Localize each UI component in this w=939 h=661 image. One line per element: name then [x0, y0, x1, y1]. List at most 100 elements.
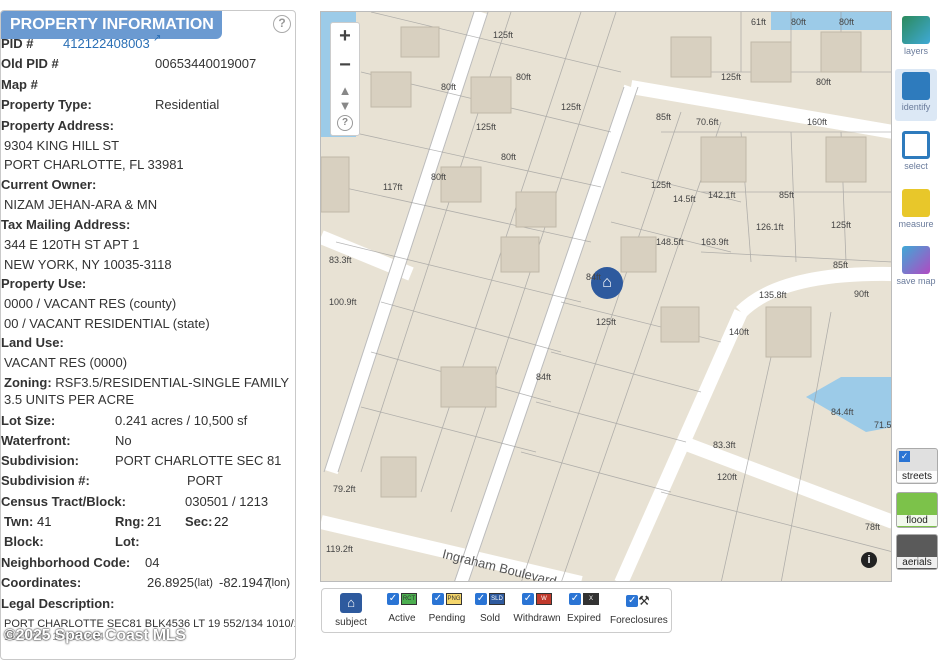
active-legend-item[interactable]: ✓ RCT Active: [384, 593, 420, 624]
dimension-labels: 125ft 80ft 80ft 125ft 125ft 80ft 80ft 84…: [321, 12, 891, 581]
foreclosures-checkbox[interactable]: ✓: [626, 595, 639, 607]
select-icon: [902, 131, 930, 159]
dim-label: 80ft: [431, 172, 447, 182]
flood-layer-button[interactable]: flood: [896, 492, 938, 528]
zoning-row: Zoning: RSF3.5/RESIDENTIAL-SINGLE FAMILY: [4, 375, 289, 390]
expired-checkbox[interactable]: ✓: [569, 593, 581, 605]
old-pid-label: Old PID #: [1, 56, 59, 71]
property-type-value: Residential: [155, 97, 220, 112]
tax-label: Tax Mailing Address:: [1, 217, 131, 232]
layers-tool[interactable]: layers: [895, 13, 937, 65]
map-help-icon[interactable]: ?: [337, 115, 353, 131]
subdivision-num-row: Subdivision #: PORT: [1, 473, 223, 488]
dim-label: 125ft: [561, 102, 582, 112]
identify-tool[interactable]: identify: [895, 69, 937, 121]
dim-label: 70.6ft: [696, 117, 719, 127]
dim-label: 117ft: [383, 182, 403, 192]
property-info-panel: PROPERTY INFORMATION ? PID # 41212240800…: [0, 10, 296, 660]
pid-link[interactable]: 412122408003: [63, 36, 150, 51]
panel-title: PROPERTY INFORMATION: [1, 11, 222, 39]
use-label: Property Use:: [1, 276, 87, 291]
rng-label: Rng:: [115, 514, 145, 529]
dim-label: 125ft: [651, 180, 672, 190]
dim-label: 78ft: [865, 522, 881, 532]
status-legend: ⌂ subject ✓ RCT Active ✓ PNG Pending ✓ SLD …: [321, 588, 672, 633]
dim-label: 163.9ft: [701, 237, 729, 247]
address-line2: PORT CHARLOTTE, FL 33981: [4, 157, 184, 172]
subdivision-num-value: PORT: [187, 473, 223, 488]
layers-label: layers: [903, 46, 928, 56]
zoning-value2: 3.5 UNITS PER ACRE: [4, 392, 135, 407]
pid-row: PID # 412122408003 ↗: [1, 33, 161, 51]
block-label: Block:: [4, 534, 44, 549]
old-pid-value: 00653440019007: [155, 56, 257, 71]
aerials-layer-button[interactable]: aerials: [896, 534, 938, 570]
external-link-icon[interactable]: ↗: [153, 33, 161, 44]
withdrawn-legend-item[interactable]: ✓ W Withdrawn: [512, 593, 562, 624]
sold-checkbox[interactable]: ✓: [475, 593, 487, 605]
active-label: Active: [388, 613, 416, 624]
save-map-tool[interactable]: save map: [895, 243, 937, 295]
subject-legend-item[interactable]: ⌂ subject: [330, 593, 372, 628]
foreclosures-legend-item[interactable]: ✓ ⚒ Foreclosures: [610, 593, 668, 626]
lot-label: Lot:: [115, 534, 140, 549]
identify-icon: [902, 72, 930, 100]
subdivision-num-label: Subdivision #:: [1, 473, 90, 488]
zoom-out-button[interactable]: −: [331, 54, 359, 77]
owner-row: Current Owner:: [1, 177, 96, 192]
dim-label: 125ft: [831, 220, 852, 230]
dim-label: 14.5ft: [673, 194, 696, 204]
address-label: Property Address:: [1, 118, 114, 133]
zoom-control: + − ▲ ▼ ?: [330, 22, 360, 136]
aerials-label: aerials: [897, 557, 937, 568]
dim-label: 125ft: [493, 30, 514, 40]
land-use-label: Land Use:: [1, 335, 64, 350]
dim-label: 80ft: [441, 82, 457, 92]
tax-line1: 344 E 120TH ST APT 1: [4, 237, 140, 252]
copyright-watermark: ©2025 Space Coast MLS: [4, 627, 186, 644]
pending-label: Pending: [428, 613, 466, 624]
twn-rng-sec-row: Twn: 41 Rng: 21 Sec: 22: [4, 514, 228, 529]
pending-checkbox[interactable]: ✓: [432, 593, 444, 605]
dim-label: 80ft: [516, 72, 532, 82]
pending-legend-item[interactable]: ✓ PNG Pending: [427, 593, 467, 624]
dim-label: 85ft: [656, 112, 672, 122]
streets-layer-button[interactable]: ✓ streets: [896, 448, 938, 484]
use-state: 00 / VACANT RESIDENTIAL (state): [4, 316, 210, 331]
select-label: select: [904, 161, 928, 171]
select-tool[interactable]: select: [895, 128, 937, 180]
census-row: Census Tract/Block: 030501 / 1213: [1, 494, 268, 509]
neighborhood-value: 04: [145, 555, 160, 570]
sold-legend-item[interactable]: ✓ SLD Sold: [474, 593, 506, 624]
active-checkbox[interactable]: ✓: [387, 593, 399, 605]
twn-value: 41: [36, 514, 52, 529]
streets-label: streets: [897, 471, 937, 482]
waterfront-label: Waterfront:: [1, 433, 71, 448]
use-row: Property Use:: [1, 276, 86, 291]
zoom-in-button[interactable]: +: [331, 25, 359, 48]
neighborhood-label: Neighborhood Code:: [1, 555, 131, 570]
dim-label: 90ft: [854, 289, 870, 299]
identify-label: identify: [901, 102, 931, 112]
withdrawn-checkbox[interactable]: ✓: [522, 593, 534, 605]
save-map-icon: [902, 246, 930, 274]
measure-tool[interactable]: measure: [895, 186, 937, 238]
streets-checkbox[interactable]: ✓: [899, 451, 910, 462]
dim-label: 85ft: [779, 190, 795, 200]
sec-label: Sec:: [185, 514, 213, 529]
expired-tag-icon: X: [583, 593, 599, 605]
land-use-value: VACANT RES (0000): [4, 355, 128, 370]
withdrawn-label: Withdrawn: [513, 613, 561, 624]
dim-label: 135.8ft: [759, 290, 787, 300]
subdivision-label: Subdivision:: [1, 453, 79, 468]
compass-icon[interactable]: ▲ ▼: [331, 83, 359, 113]
subdivision-row: Subdivision: PORT CHARLOTTE SEC 81: [1, 453, 281, 468]
dim-label: 125ft: [721, 72, 742, 82]
layers-icon: [902, 16, 930, 44]
help-icon[interactable]: ?: [273, 15, 291, 33]
dim-label: 126.1ft: [756, 222, 784, 232]
expired-legend-item[interactable]: ✓ X Expired: [566, 593, 602, 624]
parcel-map[interactable]: ⌂ Ingraham Boulevard i 125ft 80ft 80ft 1…: [320, 11, 892, 582]
sold-label: Sold: [479, 613, 500, 624]
waterfront-row: Waterfront: No: [1, 433, 132, 448]
